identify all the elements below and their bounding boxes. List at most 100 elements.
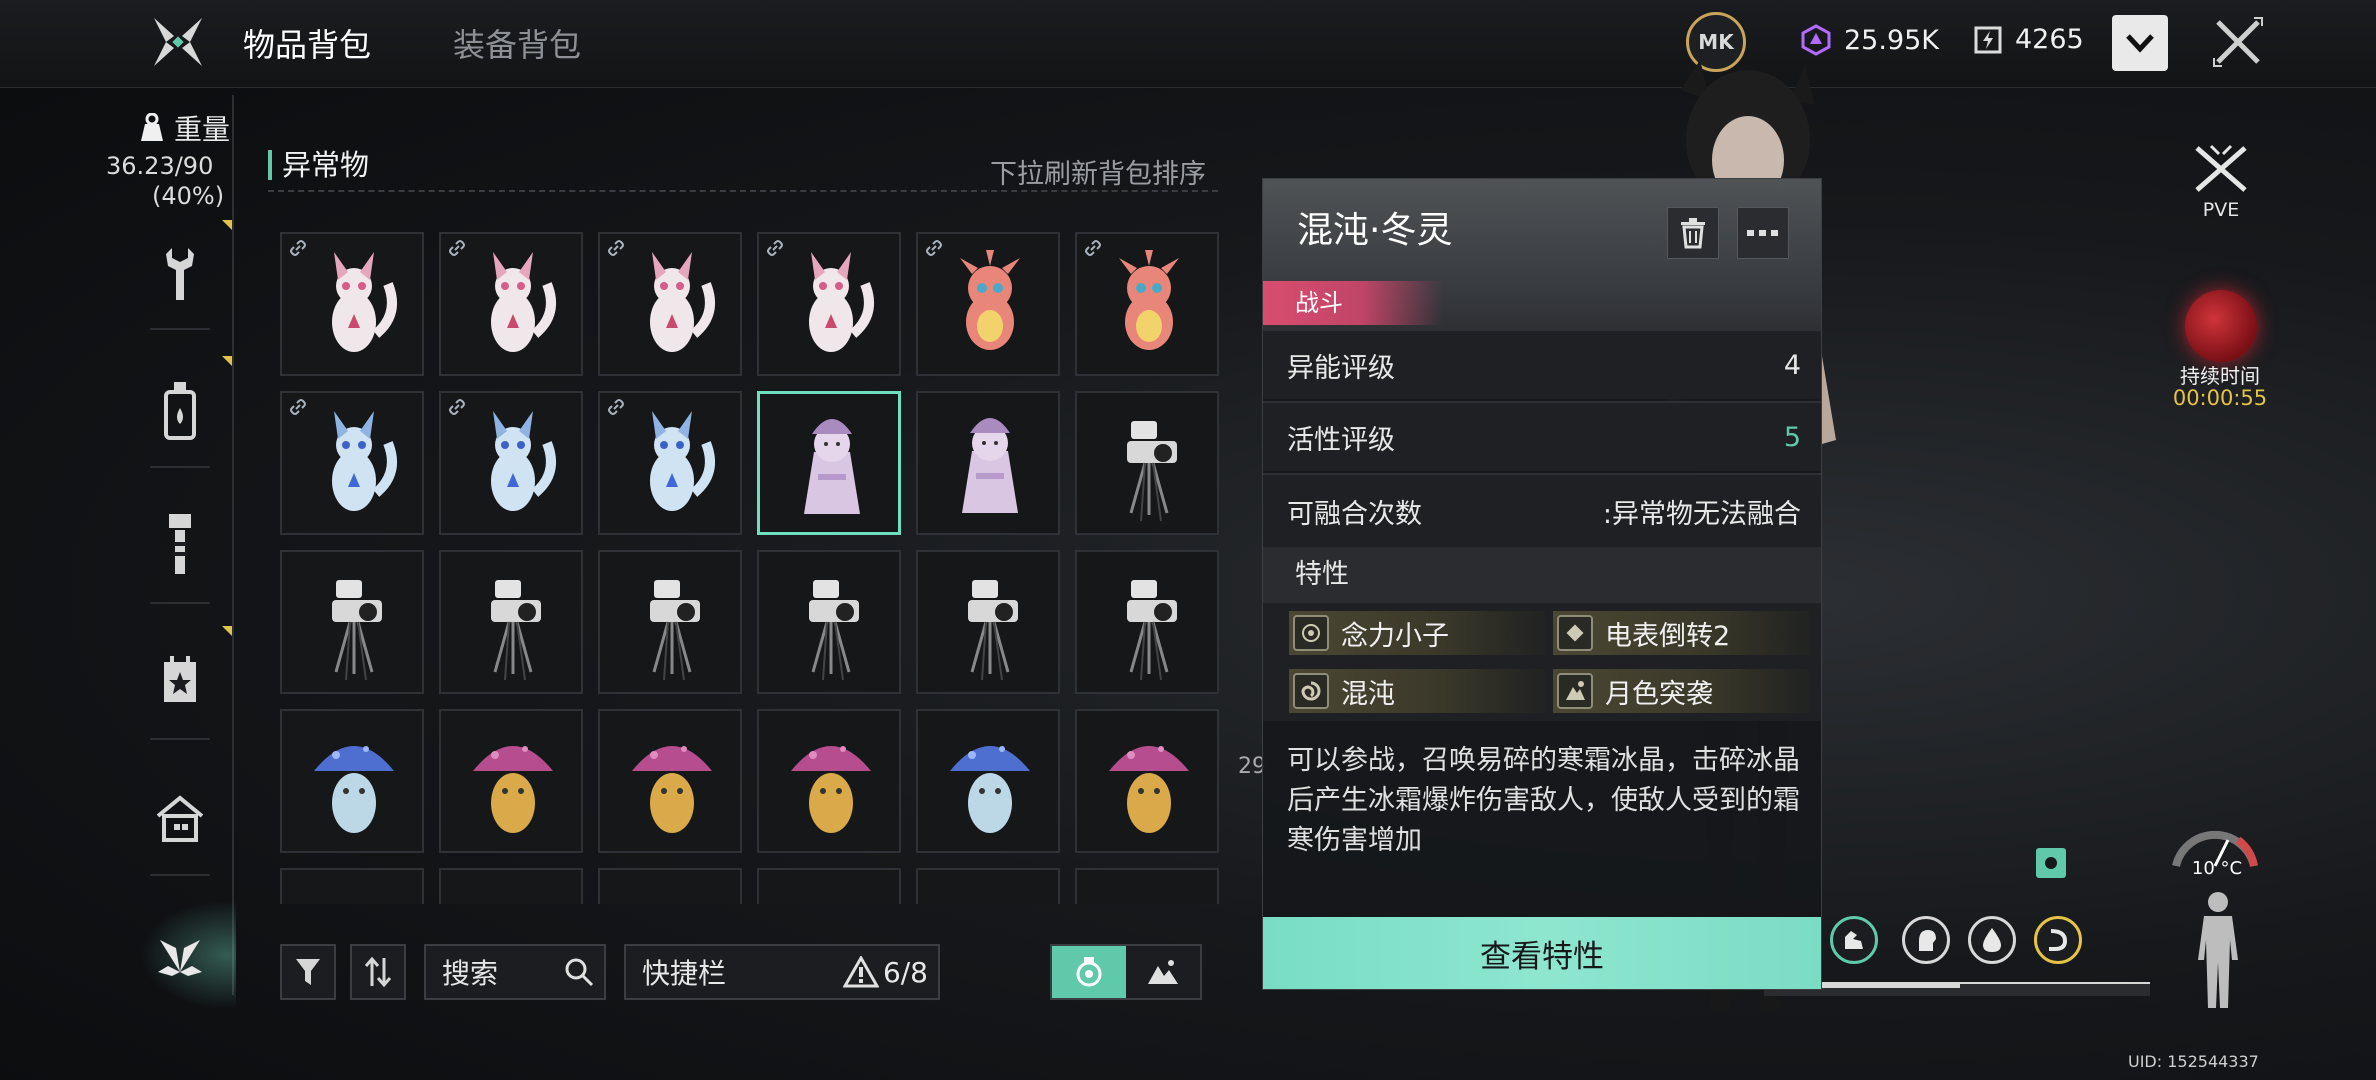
status-sanity[interactable]	[1902, 916, 1950, 964]
view-anomaly-toggle[interactable]	[1052, 946, 1126, 998]
item-detail-panel: 混沌·冬灵 战斗 异能评级 4 活性评级 5 可融合次数 :异常物无法融合 特性…	[1262, 178, 1822, 990]
buff-status-icon[interactable]	[2036, 848, 2066, 878]
pve-indicator[interactable]: PVE	[2190, 144, 2252, 221]
pink-mushroom-anomaly-icon	[473, 746, 553, 833]
inventory-slot[interactable]	[280, 709, 424, 853]
stat-row-ability: 异能评级 4	[1263, 329, 1821, 399]
inventory-slot[interactable]	[439, 232, 583, 376]
sidebar-item-anomaly[interactable]	[140, 896, 220, 1016]
trait-moon-raid[interactable]: 月色突袭	[1553, 669, 1809, 713]
sidebar-item-consumables[interactable]	[140, 350, 220, 470]
inventory-slot[interactable]	[280, 550, 424, 694]
inventory-slot[interactable]	[757, 868, 901, 904]
status-strength[interactable]	[1830, 916, 1878, 964]
temperature-value: 10 °C	[2191, 858, 2243, 879]
pink-mushroom-anomaly-icon	[296, 880, 412, 904]
weight-icon	[141, 113, 163, 141]
wrench-icon	[166, 248, 194, 300]
blue-mushroom-anomaly-icon	[614, 880, 730, 904]
sidebar-item-special[interactable]	[140, 620, 220, 740]
status-hydration[interactable]	[1968, 916, 2016, 964]
landscape-icon	[1148, 960, 1178, 984]
sidebar-item-tools[interactable]	[140, 214, 220, 334]
inventory-slot[interactable]	[598, 232, 742, 376]
inventory-slot[interactable]	[757, 709, 901, 853]
sidebar-item-parts[interactable]	[140, 484, 220, 604]
delete-button[interactable]	[1667, 207, 1719, 259]
crossed-rifles-icon	[2195, 144, 2247, 192]
stat-value: 4	[1783, 349, 1801, 381]
blue-fox-anomaly-icon	[332, 411, 397, 511]
tab-equipment-bag[interactable]: 装备背包	[453, 20, 581, 66]
inventory-slot[interactable]	[916, 550, 1060, 694]
quickbar-button[interactable]: 快捷栏 6/8	[624, 944, 940, 1000]
pink-fox-anomaly-icon	[491, 252, 556, 352]
inventory-slot[interactable]	[1075, 868, 1219, 904]
blood-moon-icon	[2185, 290, 2257, 362]
moon-raid-icon	[1557, 673, 1593, 709]
camera-tripod-anomaly-icon	[809, 580, 859, 681]
traits-heading: 特性	[1263, 547, 1821, 603]
inventory-slot[interactable]	[439, 391, 583, 535]
currency-crystal: 25.95K	[1800, 24, 1939, 56]
close-button[interactable]	[2210, 14, 2266, 70]
traits-area: 念力小子 电表倒转2 混沌 月色突袭	[1263, 603, 1821, 721]
more-button[interactable]	[1737, 207, 1789, 259]
inventory-slot[interactable]	[439, 868, 583, 904]
sort-icon	[364, 956, 392, 988]
inventory-slot[interactable]	[757, 232, 901, 376]
currency-energy: 4265	[1973, 24, 2084, 55]
pink-mushroom-anomaly-icon	[1109, 746, 1189, 833]
inventory-slot[interactable]	[439, 709, 583, 853]
view-landscape-toggle[interactable]	[1126, 946, 1200, 998]
trait-telekinesis[interactable]: 念力小子	[1289, 611, 1545, 655]
inventory-slot[interactable]	[757, 550, 901, 694]
inventory-slot[interactable]	[1075, 550, 1219, 694]
stat-label: 异能评级	[1287, 352, 1395, 384]
search-input[interactable]: 搜索	[424, 944, 606, 1000]
search-icon	[565, 958, 594, 987]
camera-tripod-anomaly-icon	[1127, 421, 1177, 522]
trash-icon	[1681, 218, 1705, 249]
pink-mushroom-anomaly-icon	[932, 880, 1048, 904]
camera-tripod-anomaly-icon	[1127, 580, 1177, 681]
trait-label: 念力小子	[1341, 620, 1449, 652]
inventory-slot[interactable]	[757, 391, 901, 535]
sidebar-item-home[interactable]	[140, 758, 220, 878]
view-traits-button[interactable]: 查看特性	[1263, 917, 1821, 989]
inventory-slot[interactable]	[1075, 709, 1219, 853]
status-hunger[interactable]	[2034, 916, 2082, 964]
blue-fox-anomaly-icon	[650, 411, 715, 511]
trait-chaos[interactable]: 混沌	[1289, 669, 1545, 713]
energy-currency-icon	[1974, 26, 2002, 53]
game-logo-icon	[150, 14, 206, 70]
camera-tripod-anomaly-icon	[332, 580, 382, 681]
sort-button[interactable]	[350, 944, 406, 1000]
stat-label: 可融合次数	[1287, 498, 1422, 530]
inventory-slot[interactable]	[280, 391, 424, 535]
inventory-slot[interactable]	[598, 868, 742, 904]
inventory-slot[interactable]	[598, 709, 742, 853]
trait-meter-reverse[interactable]: 电表倒转2	[1553, 611, 1809, 655]
weight-value: 36.23/90	[106, 152, 214, 180]
quickbar-label: 快捷栏	[642, 957, 727, 990]
body-status-icon[interactable]	[2190, 890, 2246, 1010]
inventory-slot[interactable]	[1075, 232, 1219, 376]
blue-mushroom-anomaly-icon	[950, 746, 1030, 833]
inventory-slot[interactable]	[598, 391, 742, 535]
inventory-slot[interactable]	[598, 550, 742, 694]
inventory-slot[interactable]	[916, 868, 1060, 904]
tab-item-bag[interactable]: 物品背包	[243, 20, 371, 66]
pink-mushroom-anomaly-icon	[1091, 880, 1207, 904]
inventory-slot[interactable]	[916, 391, 1060, 535]
dropdown-button[interactable]	[2112, 15, 2168, 71]
inventory-slot[interactable]	[916, 709, 1060, 853]
inventory-slot[interactable]	[280, 868, 424, 904]
inventory-slot[interactable]	[280, 232, 424, 376]
camera-tripod-anomaly-icon	[968, 580, 1018, 681]
inventory-slot[interactable]	[439, 550, 583, 694]
trait-label: 混沌	[1341, 678, 1395, 710]
inventory-slot[interactable]	[916, 232, 1060, 376]
filter-button[interactable]	[280, 944, 336, 1000]
inventory-slot[interactable]	[1075, 391, 1219, 535]
